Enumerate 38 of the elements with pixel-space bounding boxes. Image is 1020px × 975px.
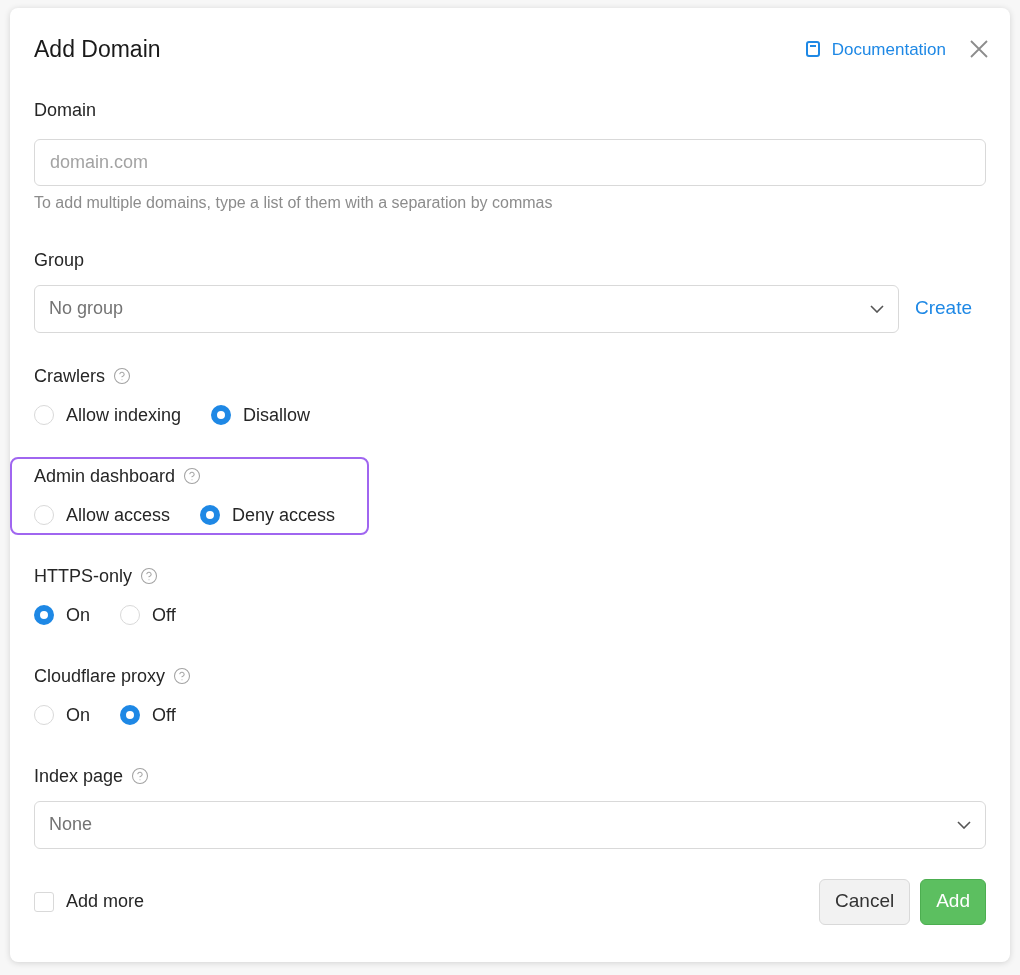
radio-button[interactable]: [211, 405, 232, 425]
radio-label: Allow access: [66, 503, 171, 527]
create-link[interactable]: Create: [914, 294, 986, 323]
radio-button[interactable]: [120, 705, 140, 725]
field-label: Domain: [34, 98, 97, 122]
field-label: Cloudflare proxy: [34, 664, 166, 688]
radio-label: On: [66, 703, 90, 727]
radio-button[interactable]: [200, 505, 221, 525]
field-label: Group: [34, 248, 85, 272]
radio-label: Deny access: [232, 503, 336, 527]
help-icon[interactable]: [140, 567, 158, 585]
help-icon[interactable]: [173, 667, 192, 685]
chevron-down-icon: [957, 820, 971, 829]
documentation-link[interactable]: Documentation: [805, 36, 946, 62]
help-icon[interactable]: [131, 767, 150, 785]
radio-button[interactable]: [34, 605, 54, 625]
field-label: Admin dashboard: [34, 464, 176, 488]
domain-input-field[interactable]: domain.com: [34, 138, 986, 186]
field-label: Index page: [34, 764, 124, 788]
checkbox[interactable]: [34, 891, 54, 912]
field-label: Crawlers: [34, 364, 105, 388]
select-field[interactable]: No group: [34, 284, 899, 333]
hint-text: To add multiple domains, type a list of them with a separation by commas: [34, 192, 554, 213]
radio-label: Disallow: [243, 403, 311, 427]
checkbox-label: Add more: [66, 890, 145, 913]
book-icon: [805, 41, 820, 58]
chevron-down-icon: [869, 304, 884, 313]
help-icon[interactable]: [183, 467, 202, 485]
close-icon[interactable]: [970, 40, 988, 59]
dialog-title: Add Domain: [34, 35, 161, 64]
radio-label: Allow indexing: [66, 403, 182, 427]
radio-label: On: [66, 603, 90, 627]
radio-label: Off: [152, 603, 176, 627]
radio-label: Off: [152, 703, 176, 727]
select-field[interactable]: None: [34, 800, 986, 849]
cancel-button[interactable]: Cancel: [819, 878, 911, 925]
field-label: HTTPS-only: [34, 564, 132, 588]
help-icon[interactable]: [113, 367, 131, 385]
